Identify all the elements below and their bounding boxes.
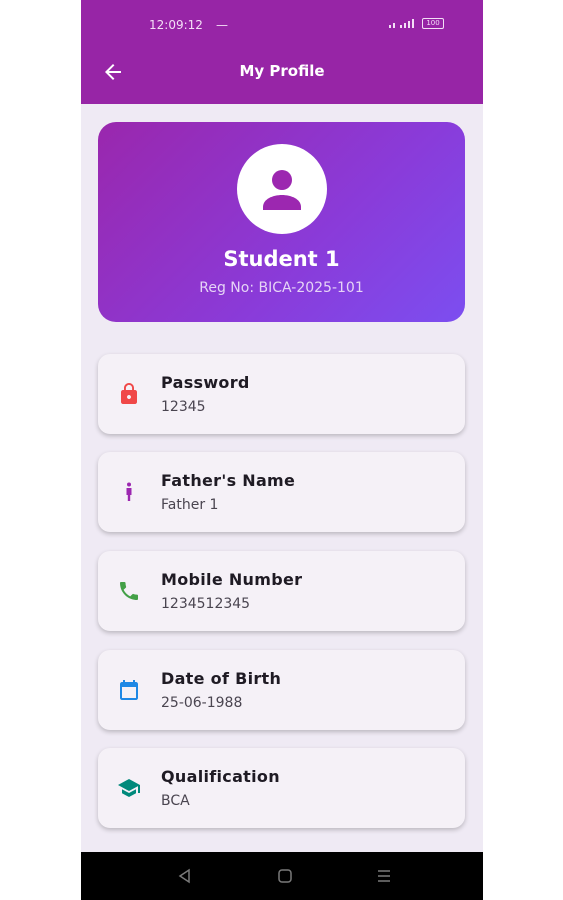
nav-back-icon[interactable]	[175, 866, 195, 886]
date-of-birth-label: Date of Birth	[161, 669, 282, 688]
qualification-label: Qualification	[161, 767, 280, 786]
status-time: 12:09:12	[149, 18, 203, 32]
status-dash: —	[216, 18, 228, 32]
avatar[interactable]	[237, 144, 327, 234]
person-icon	[126, 482, 132, 501]
status-bar: 12:09:12 — 100	[81, 0, 483, 50]
phone-screen: 12:09:12 — 100 My Profile Student 1 Reg …	[81, 0, 483, 900]
profile-card: Student 1 Reg No: BICA-2025-101	[98, 122, 465, 322]
app-bar: 12:09:12 — 100 My Profile	[81, 0, 483, 104]
nav-recents-icon[interactable]	[374, 866, 394, 886]
date-of-birth-card[interactable]: Date of Birth 25-06-1988	[98, 650, 465, 730]
student-name: Student 1	[223, 247, 340, 271]
qualification-card[interactable]: Qualification BCA	[98, 748, 465, 828]
password-label: Password	[161, 373, 250, 392]
fathers-name-label: Father's Name	[161, 471, 296, 490]
nav-home-icon[interactable]	[275, 866, 295, 886]
date-of-birth-value: 25-06-1988	[161, 695, 243, 711]
mobile-number-label: Mobile Number	[161, 570, 303, 589]
password-card[interactable]: Password 12345	[98, 354, 465, 434]
graduation-cap-icon	[118, 779, 140, 797]
status-icons: 100	[388, 18, 444, 29]
fathers-name-value: Father 1	[161, 497, 219, 513]
person-avatar-icon	[263, 170, 301, 210]
phone-icon	[120, 582, 138, 600]
reg-number: Reg No: BICA-2025-101	[199, 280, 364, 296]
lock-icon	[121, 383, 137, 404]
page-title: My Profile	[239, 62, 325, 80]
fathers-name-card[interactable]: Father's Name Father 1	[98, 452, 465, 532]
calendar-icon	[120, 680, 138, 700]
signal-icon	[389, 19, 414, 28]
qualification-value: BCA	[161, 793, 190, 809]
mobile-number-card[interactable]: Mobile Number 1234512345	[98, 551, 465, 631]
password-value: 12345	[161, 399, 206, 415]
system-nav-bar	[81, 852, 483, 900]
mobile-number-value: 1234512345	[161, 596, 251, 612]
battery-icon: 100	[422, 18, 444, 29]
